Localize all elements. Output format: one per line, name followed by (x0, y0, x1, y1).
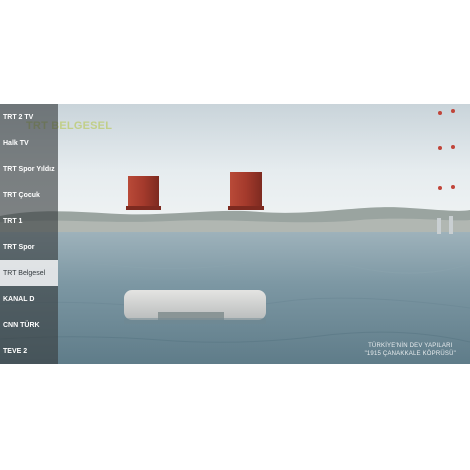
channel-item-trt-spor-yildiz[interactable]: TRT Spor Yıldız (0, 156, 58, 182)
tower-left (128, 176, 159, 208)
channel-item-trt-1[interactable]: TRT 1 (0, 208, 58, 234)
video-player[interactable]: TRT BELGESEL TÜRKİYE'NİN DEV YAPILARI "1… (0, 104, 470, 364)
channel-list: TRT 2 TV Halk TV TRT Spor Yıldız TRT Çoc… (0, 104, 58, 364)
channel-item-trt-belgesel[interactable]: TRT Belgesel (0, 260, 58, 286)
channel-item-trt-2-tv[interactable]: TRT 2 TV (0, 104, 58, 130)
video-frame (0, 104, 470, 364)
program-caption: TÜRKİYE'NİN DEV YAPILARI "1915 ÇANAKKALE… (365, 342, 456, 358)
tower-right (230, 172, 262, 208)
caption-line-2: "1915 ÇANAKKALE KÖPRÜSÜ" (364, 351, 456, 357)
caption-line-1: TÜRKİYE'NİN DEV YAPILARI (368, 343, 453, 349)
channel-item-cnn-turk[interactable]: CNN TÜRK (0, 312, 58, 338)
channel-item-halk-tv[interactable]: Halk TV (0, 130, 58, 156)
channel-item-teve-2[interactable]: TEVE 2 (0, 338, 58, 364)
channel-item-trt-cocuk[interactable]: TRT Çocuk (0, 182, 58, 208)
channel-item-trt-spor[interactable]: TRT Spor (0, 234, 58, 260)
channel-item-kanal-d[interactable]: KANAL D (0, 286, 58, 312)
